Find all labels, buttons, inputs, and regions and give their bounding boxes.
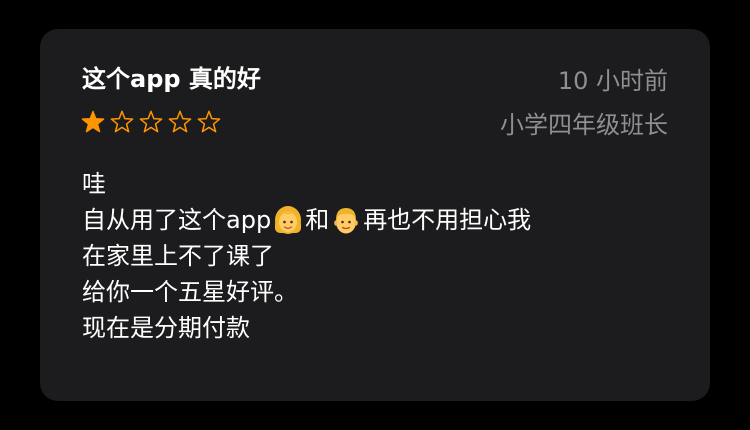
- review-card[interactable]: 这个app 真的好 10 小时前 小学四年级班长 哇 自从用了这个app 和 再…: [40, 29, 710, 401]
- star-icon-2: [110, 110, 134, 133]
- star-icon-3: [139, 110, 163, 133]
- body-line-5: 现在是分期付款: [82, 314, 250, 342]
- body-line-2-text-a: 自从用了这个app: [82, 206, 272, 234]
- review-time: 10 小时前: [557, 67, 668, 95]
- star-icon-5: [197, 110, 221, 133]
- review-title: 这个app 真的好: [82, 65, 261, 93]
- body-line-2-text-b: 和: [305, 206, 330, 234]
- body-line-1: 哇: [82, 170, 106, 198]
- woman-emoji-icon: [275, 206, 302, 234]
- body-line-4: 给你一个五星好评。: [82, 278, 298, 306]
- star-icon-1: [81, 110, 105, 133]
- man-emoji-icon: [334, 208, 358, 234]
- star-rating: [80, 109, 222, 135]
- body-line-2: 自从用了这个app 和 再也不用担心我: [82, 202, 682, 238]
- body-line-2-text-c: 再也不用担心我: [363, 206, 532, 234]
- review-author: 小学四年级班长: [500, 111, 668, 139]
- body-line-3: 在家里上不了课了: [82, 242, 274, 270]
- star-icon-4: [168, 110, 192, 133]
- review-body: 哇 自从用了这个app 和 再也不用担心我 在家里上不了课了 给你一个五星好评。…: [82, 166, 682, 346]
